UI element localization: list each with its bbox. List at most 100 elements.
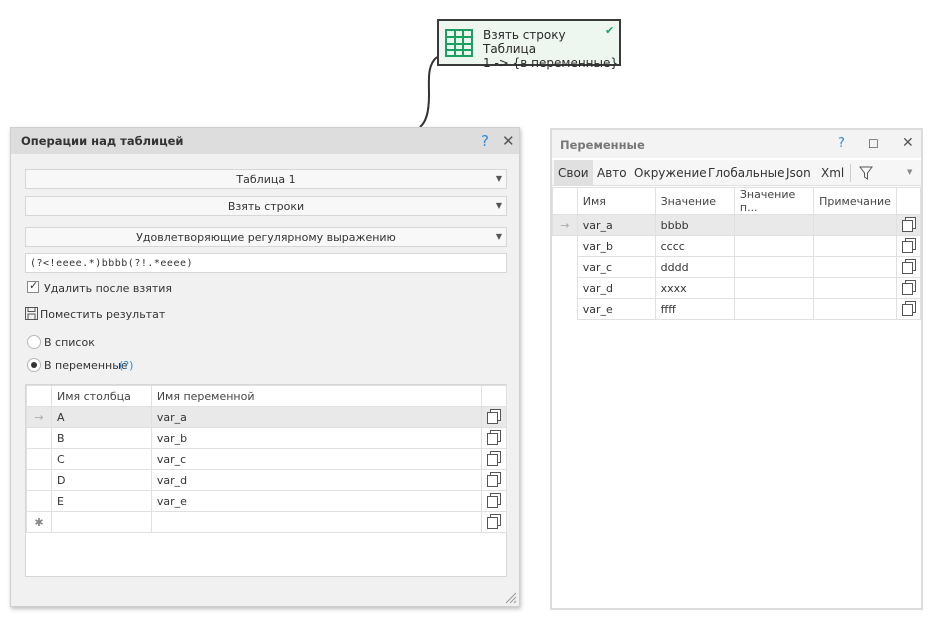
mapping-table: Имя столбца Имя переменной → A var_a B v… xyxy=(26,385,508,533)
variable-name-header[interactable]: Имя переменной xyxy=(150,385,482,407)
radio-to-list[interactable] xyxy=(27,335,41,349)
delete-after-label: Удалить после взятия xyxy=(44,282,173,295)
var-value[interactable]: dddd xyxy=(654,256,735,278)
mode-select-value: Удовлетворяющие регулярному выражению xyxy=(136,231,396,244)
table-row[interactable]: var_d xxxx xyxy=(552,277,922,299)
header-name[interactable]: Имя xyxy=(576,187,656,215)
cell-variable[interactable]: var_d xyxy=(150,469,482,491)
node-label-line2: 1 -> {в переменные} xyxy=(483,56,619,70)
copy-icon[interactable] xyxy=(480,406,508,428)
table-row[interactable]: var_b cccc xyxy=(552,235,922,257)
table-row[interactable]: var_c dddd xyxy=(552,256,922,278)
var-default-value[interactable] xyxy=(733,277,815,299)
table-row[interactable]: E var_e xyxy=(26,490,508,512)
variables-help-link[interactable]: (?) xyxy=(119,359,133,372)
row-indicator xyxy=(26,427,52,449)
cell-variable[interactable] xyxy=(150,511,482,533)
panel-title: Переменные xyxy=(560,138,645,152)
mapping-header-row: Имя столбца Имя переменной xyxy=(26,385,508,407)
header-note[interactable]: Примечание xyxy=(813,187,897,215)
tab-xml[interactable]: Xml xyxy=(817,160,848,186)
table-row[interactable]: var_e ffff xyxy=(552,298,922,320)
var-name[interactable]: var_d xyxy=(576,277,656,299)
var-value[interactable]: bbbb xyxy=(654,214,735,236)
var-default-value[interactable] xyxy=(733,214,815,236)
action-select[interactable]: Взять строки ▼ xyxy=(25,196,507,216)
tab-own[interactable]: Свои xyxy=(554,160,593,186)
column-name-header[interactable]: Имя столбца xyxy=(50,385,152,407)
chevron-down-icon[interactable]: ▼ xyxy=(907,168,912,176)
var-note[interactable] xyxy=(813,256,897,278)
dialog-title: Операции над таблицей xyxy=(21,134,184,148)
var-note[interactable] xyxy=(813,277,897,299)
copy-icon[interactable] xyxy=(895,298,922,320)
tab-environment[interactable]: Окружение xyxy=(630,160,711,186)
var-name[interactable]: var_e xyxy=(576,298,656,320)
cell-column[interactable]: A xyxy=(50,406,152,428)
var-note[interactable] xyxy=(813,235,897,257)
maximize-button[interactable]: ☐ xyxy=(868,137,879,151)
resize-grip-icon[interactable] xyxy=(505,592,517,604)
table-row[interactable]: D var_d xyxy=(26,469,508,491)
help-button[interactable]: ? xyxy=(838,136,845,151)
cell-variable[interactable]: var_e xyxy=(150,490,482,512)
variables-panel: Переменные ? ☐ ✕ Свои Авто Окружение Гло… xyxy=(550,128,923,610)
mapping-grid: Имя столбца Имя переменной → A var_a B v… xyxy=(25,384,508,577)
table-row[interactable]: C var_c xyxy=(26,448,508,470)
cell-variable[interactable]: var_a xyxy=(150,406,482,428)
var-value[interactable]: cccc xyxy=(654,235,735,257)
var-name[interactable]: var_a xyxy=(576,214,656,236)
cell-column[interactable]: E xyxy=(50,490,152,512)
tab-json[interactable]: Json xyxy=(782,160,815,186)
copy-icon[interactable] xyxy=(480,511,508,533)
cell-variable[interactable]: var_c xyxy=(150,448,482,470)
table-row[interactable]: → A var_a xyxy=(26,406,508,428)
filter-icon[interactable] xyxy=(859,166,873,180)
copy-icon[interactable] xyxy=(480,469,508,491)
table-row[interactable]: → var_a bbbb xyxy=(552,214,922,236)
radio-to-variables[interactable] xyxy=(27,358,41,372)
cell-column[interactable]: C xyxy=(50,448,152,470)
copy-icon[interactable] xyxy=(480,490,508,512)
var-name[interactable]: var_b xyxy=(576,235,656,257)
new-row-icon: ✱ xyxy=(26,511,52,533)
cell-column[interactable]: D xyxy=(50,469,152,491)
delete-after-checkbox[interactable]: ✓ xyxy=(27,279,39,293)
var-default-value[interactable] xyxy=(733,235,815,257)
copy-column-header xyxy=(895,187,922,215)
var-note[interactable] xyxy=(813,298,897,320)
new-row[interactable]: ✱ xyxy=(26,511,508,533)
copy-icon[interactable] xyxy=(895,256,922,278)
copy-icon[interactable] xyxy=(895,214,922,236)
header-value[interactable]: Значение xyxy=(654,187,735,215)
copy-icon[interactable] xyxy=(895,235,922,257)
table-row[interactable]: B var_b xyxy=(26,427,508,449)
copy-icon[interactable] xyxy=(480,427,508,449)
var-default-value[interactable] xyxy=(733,298,815,320)
var-value[interactable]: ffff xyxy=(654,298,735,320)
variables-header-row: Имя Значение Значение п... Примечание xyxy=(552,187,922,215)
tab-global[interactable]: Глобальные xyxy=(704,160,789,186)
var-name[interactable]: var_c xyxy=(576,256,656,278)
tab-auto[interactable]: Авто xyxy=(593,160,631,186)
var-default-value[interactable] xyxy=(733,256,815,278)
help-button[interactable]: ? xyxy=(481,132,489,150)
header-default-value[interactable]: Значение п... xyxy=(733,187,815,215)
panel-tabs: Свои Авто Окружение Глобальные Json Xml … xyxy=(552,160,921,186)
mode-select[interactable]: Удовлетворяющие регулярному выражению ▼ xyxy=(25,227,507,247)
dialog-header[interactable]: Операции над таблицей ? ✕ xyxy=(11,128,519,154)
close-button[interactable]: ✕ xyxy=(902,135,914,151)
tab-separator xyxy=(850,164,851,182)
close-button[interactable]: ✕ xyxy=(502,132,515,150)
cell-column[interactable] xyxy=(50,511,152,533)
panel-header[interactable]: Переменные ? ☐ ✕ xyxy=(552,130,921,158)
copy-icon[interactable] xyxy=(480,448,508,470)
copy-icon[interactable] xyxy=(895,277,922,299)
action-node[interactable]: Взять строку Таблица 1 -> {в переменные}… xyxy=(437,19,621,70)
var-note[interactable] xyxy=(813,214,897,236)
regex-input[interactable]: (?<!eeee.*)bbbb(?!.*eeee) xyxy=(25,253,507,273)
cell-column[interactable]: B xyxy=(50,427,152,449)
table-select[interactable]: Таблица 1 ▼ xyxy=(25,169,507,189)
var-value[interactable]: xxxx xyxy=(654,277,735,299)
cell-variable[interactable]: var_b xyxy=(150,427,482,449)
